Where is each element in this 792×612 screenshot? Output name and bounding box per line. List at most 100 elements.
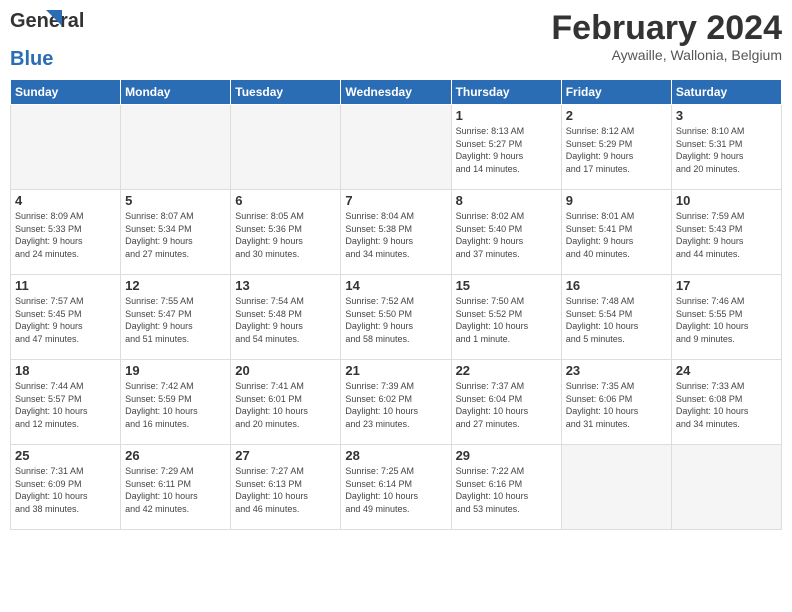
title-block: February 2024 Aywaille, Wallonia, Belgiu… bbox=[551, 10, 782, 63]
calendar-day-cell: 8Sunrise: 8:02 AM Sunset: 5:40 PM Daylig… bbox=[451, 190, 561, 275]
day-number: 21 bbox=[345, 363, 446, 378]
day-number: 23 bbox=[566, 363, 667, 378]
day-info: Sunrise: 7:59 AM Sunset: 5:43 PM Dayligh… bbox=[676, 210, 777, 260]
calendar-day-cell: 11 Sunrise: 7:57 AM Sunset: 5:45 PM Dayli… bbox=[11, 275, 121, 360]
day-number: 28 bbox=[345, 448, 446, 463]
calendar-day-cell: 22 Sunrise: 7:37 AM Sunset: 6:04 PM Dayli… bbox=[451, 360, 561, 445]
logo: General Blue bbox=[10, 10, 54, 71]
day-info: Sunrise: 8:12 AM Sunset: 5:29 PM Dayligh… bbox=[566, 125, 667, 175]
weekday-header: Saturday bbox=[671, 80, 781, 105]
calendar-day-cell: 5 Sunrise: 8:07 AM Sunset: 5:34 PM Daylig… bbox=[121, 190, 231, 275]
calendar-day-cell: 29 Sunrise: 7:22 AM Sunset: 6:16 PM Dayli… bbox=[451, 445, 561, 530]
day-info: Sunrise: 7:31 AM Sunset: 6:09 PM Dayligh… bbox=[15, 465, 116, 515]
calendar-day-cell bbox=[11, 105, 121, 190]
day-number: 29 bbox=[456, 448, 557, 463]
day-info: Sunrise: 7:37 AM Sunset: 6:04 PM Dayligh… bbox=[456, 380, 557, 430]
calendar-day-cell: 19Sunrise: 7:42 AM Sunset: 5:59 PM Dayli… bbox=[121, 360, 231, 445]
day-info: Sunrise: 8:01 AM Sunset: 5:41 PM Dayligh… bbox=[566, 210, 667, 260]
calendar-day-cell bbox=[121, 105, 231, 190]
logo-blue-text: Blue bbox=[10, 48, 53, 71]
calendar-day-cell: 12 Sunrise: 7:55 AM Sunset: 5:47 PM Dayli… bbox=[121, 275, 231, 360]
day-info: Sunrise: 7:25 AM Sunset: 6:14 PM Dayligh… bbox=[345, 465, 446, 515]
day-info: Sunrise: 8:02 AM Sunset: 5:40 PM Dayligh… bbox=[456, 210, 557, 260]
calendar-day-cell: 23 Sunrise: 7:35 AM Sunset: 6:06 PM Dayli… bbox=[561, 360, 671, 445]
day-info: Sunrise: 8:07 AM Sunset: 5:34 PM Dayligh… bbox=[125, 210, 226, 260]
page-header: General Blue February 2024 Aywaille, Wal… bbox=[10, 10, 782, 71]
day-info: Sunrise: 8:13 AM Sunset: 5:27 PM Dayligh… bbox=[456, 125, 557, 175]
calendar-day-cell bbox=[561, 445, 671, 530]
calendar-table: SundayMondayTuesdayWednesdayThursdayFrid… bbox=[10, 79, 782, 530]
day-number: 11 bbox=[15, 278, 116, 293]
calendar-day-cell: 20 Sunrise: 7:41 AM Sunset: 6:01 PM Dayli… bbox=[231, 360, 341, 445]
calendar-week-row: 11 Sunrise: 7:57 AM Sunset: 5:45 PM Dayli… bbox=[11, 275, 782, 360]
calendar-day-cell: 4 Sunrise: 8:09 AM Sunset: 5:33 PM Daylig… bbox=[11, 190, 121, 275]
weekday-header: Tuesday bbox=[231, 80, 341, 105]
day-info: Sunrise: 7:48 AM Sunset: 5:54 PM Dayligh… bbox=[566, 295, 667, 345]
day-number: 6 bbox=[235, 193, 336, 208]
calendar-day-cell: 26 Sunrise: 7:29 AM Sunset: 6:11 PM Dayli… bbox=[121, 445, 231, 530]
weekday-header: Thursday bbox=[451, 80, 561, 105]
day-info: Sunrise: 8:05 AM Sunset: 5:36 PM Dayligh… bbox=[235, 210, 336, 260]
calendar-day-cell: 21 Sunrise: 7:39 AM Sunset: 6:02 PM Dayli… bbox=[341, 360, 451, 445]
day-info: Sunrise: 7:57 AM Sunset: 5:45 PM Dayligh… bbox=[15, 295, 116, 345]
calendar-day-cell: 6 Sunrise: 8:05 AM Sunset: 5:36 PM Daylig… bbox=[231, 190, 341, 275]
weekday-header: Sunday bbox=[11, 80, 121, 105]
logo-icon: General bbox=[10, 10, 54, 50]
day-info: Sunrise: 7:52 AM Sunset: 5:50 PM Dayligh… bbox=[345, 295, 446, 345]
calendar-day-cell: 1Sunrise: 8:13 AM Sunset: 5:27 PM Daylig… bbox=[451, 105, 561, 190]
header-row: SundayMondayTuesdayWednesdayThursdayFrid… bbox=[11, 80, 782, 105]
calendar-day-cell bbox=[341, 105, 451, 190]
day-info: Sunrise: 8:09 AM Sunset: 5:33 PM Dayligh… bbox=[15, 210, 116, 260]
calendar-day-cell: 25 Sunrise: 7:31 AM Sunset: 6:09 PM Dayli… bbox=[11, 445, 121, 530]
day-info: Sunrise: 7:46 AM Sunset: 5:55 PM Dayligh… bbox=[676, 295, 777, 345]
day-number: 16 bbox=[566, 278, 667, 293]
day-info: Sunrise: 7:44 AM Sunset: 5:57 PM Dayligh… bbox=[15, 380, 116, 430]
month-title: February 2024 bbox=[551, 10, 782, 47]
calendar-day-cell: 28 Sunrise: 7:25 AM Sunset: 6:14 PM Dayli… bbox=[341, 445, 451, 530]
day-number: 12 bbox=[125, 278, 226, 293]
day-info: Sunrise: 7:35 AM Sunset: 6:06 PM Dayligh… bbox=[566, 380, 667, 430]
day-info: Sunrise: 7:50 AM Sunset: 5:52 PM Dayligh… bbox=[456, 295, 557, 345]
day-number: 5 bbox=[125, 193, 226, 208]
calendar-week-row: 4 Sunrise: 8:09 AM Sunset: 5:33 PM Daylig… bbox=[11, 190, 782, 275]
day-number: 14 bbox=[345, 278, 446, 293]
day-info: Sunrise: 7:22 AM Sunset: 6:16 PM Dayligh… bbox=[456, 465, 557, 515]
day-number: 20 bbox=[235, 363, 336, 378]
calendar-day-cell bbox=[231, 105, 341, 190]
day-number: 27 bbox=[235, 448, 336, 463]
day-number: 7 bbox=[345, 193, 446, 208]
day-number: 22 bbox=[456, 363, 557, 378]
location-subtitle: Aywaille, Wallonia, Belgium bbox=[551, 47, 782, 63]
calendar-day-cell: 3 Sunrise: 8:10 AM Sunset: 5:31 PM Daylig… bbox=[671, 105, 781, 190]
day-info: Sunrise: 7:42 AM Sunset: 5:59 PM Dayligh… bbox=[125, 380, 226, 430]
day-number: 2 bbox=[566, 108, 667, 123]
day-info: Sunrise: 7:55 AM Sunset: 5:47 PM Dayligh… bbox=[125, 295, 226, 345]
day-number: 24 bbox=[676, 363, 777, 378]
weekday-header: Monday bbox=[121, 80, 231, 105]
calendar-day-cell: 17 Sunrise: 7:46 AM Sunset: 5:55 PM Dayli… bbox=[671, 275, 781, 360]
calendar-week-row: 1Sunrise: 8:13 AM Sunset: 5:27 PM Daylig… bbox=[11, 105, 782, 190]
day-info: Sunrise: 7:54 AM Sunset: 5:48 PM Dayligh… bbox=[235, 295, 336, 345]
day-number: 26 bbox=[125, 448, 226, 463]
calendar-day-cell: 10Sunrise: 7:59 AM Sunset: 5:43 PM Dayli… bbox=[671, 190, 781, 275]
day-info: Sunrise: 7:27 AM Sunset: 6:13 PM Dayligh… bbox=[235, 465, 336, 515]
calendar-day-cell: 15 Sunrise: 7:50 AM Sunset: 5:52 PM Dayli… bbox=[451, 275, 561, 360]
day-info: Sunrise: 7:29 AM Sunset: 6:11 PM Dayligh… bbox=[125, 465, 226, 515]
calendar-day-cell: 9Sunrise: 8:01 AM Sunset: 5:41 PM Daylig… bbox=[561, 190, 671, 275]
calendar-day-cell: 7Sunrise: 8:04 AM Sunset: 5:38 PM Daylig… bbox=[341, 190, 451, 275]
calendar-day-cell: 2 Sunrise: 8:12 AM Sunset: 5:29 PM Daylig… bbox=[561, 105, 671, 190]
calendar-day-cell: 18 Sunrise: 7:44 AM Sunset: 5:57 PM Dayli… bbox=[11, 360, 121, 445]
calendar-day-cell bbox=[671, 445, 781, 530]
day-number: 25 bbox=[15, 448, 116, 463]
weekday-header: Wednesday bbox=[341, 80, 451, 105]
day-number: 4 bbox=[15, 193, 116, 208]
day-number: 3 bbox=[676, 108, 777, 123]
day-number: 18 bbox=[15, 363, 116, 378]
weekday-header: Friday bbox=[561, 80, 671, 105]
day-info: Sunrise: 7:41 AM Sunset: 6:01 PM Dayligh… bbox=[235, 380, 336, 430]
day-number: 17 bbox=[676, 278, 777, 293]
calendar-day-cell: 24Sunrise: 7:33 AM Sunset: 6:08 PM Dayli… bbox=[671, 360, 781, 445]
day-info: Sunrise: 7:39 AM Sunset: 6:02 PM Dayligh… bbox=[345, 380, 446, 430]
day-number: 15 bbox=[456, 278, 557, 293]
day-info: Sunrise: 8:10 AM Sunset: 5:31 PM Dayligh… bbox=[676, 125, 777, 175]
